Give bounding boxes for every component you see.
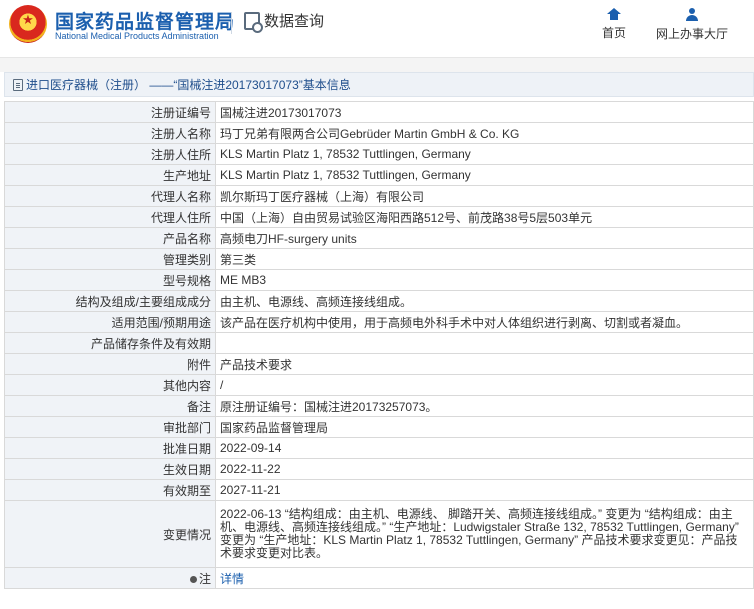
row-value: 高频电刀HF-surgery units xyxy=(215,227,754,249)
row-value: 产品技术要求 xyxy=(215,353,754,375)
table-row: 代理人名称 凯尔斯玛丁医疗器械（上海）有限公司 xyxy=(4,185,754,207)
row-value: 凯尔斯玛丁医疗器械（上海）有限公司 xyxy=(215,185,754,207)
nav-online-hall-label: 网上办事大厅 xyxy=(656,27,729,41)
row-value: 原注册证编号：国械注进20173257073。 xyxy=(215,395,754,417)
nav-online-hall[interactable]: 网上办事大厅 xyxy=(656,8,728,42)
home-icon xyxy=(607,8,621,20)
data-query-link[interactable]: 数据查询 xyxy=(244,10,325,33)
row-label: 型号规格 xyxy=(4,269,216,291)
row-value: 该产品在医疗机构中使用，用于高频电外科手术中对人体组织进行剥离、切割或者凝血。 xyxy=(215,311,754,333)
table-row: 适用范围/预期用途 该产品在医疗机构中使用，用于高频电外科手术中对人体组织进行剥离… xyxy=(4,311,754,333)
row-label: 有效期至 xyxy=(4,479,216,501)
page-title: 进口医疗器械（注册） ——“国械注进20173017073”基本信息 xyxy=(26,78,351,92)
user-icon xyxy=(685,8,699,21)
row-value: 2022-09-14 xyxy=(215,437,754,459)
nav-home-label: 首页 xyxy=(602,26,627,40)
data-query-label: 数据查询 xyxy=(264,13,325,30)
row-value: 2022-06-13 “结构组成：由主机、电源线、 脚踏开关、高频连接线组成。”… xyxy=(215,500,754,568)
row-value-note: 详情 xyxy=(215,567,754,589)
row-value: / xyxy=(215,374,754,396)
table-row: 附件 产品技术要求 xyxy=(4,353,754,375)
row-label: 审批部门 xyxy=(4,416,216,438)
row-value: 国械注进20173017073 xyxy=(215,101,754,123)
row-label: 结构及组成/主要组成成分 xyxy=(4,290,216,312)
table-row: 批准日期 2022-09-14 xyxy=(4,437,754,459)
table-row-note: 注 详情 xyxy=(4,567,754,589)
row-label: 附件 xyxy=(4,353,216,375)
nav-home[interactable]: 首页 xyxy=(602,8,626,41)
note-label: 注 xyxy=(198,571,211,586)
row-value: 由主机、电源线、高频连接线组成。 xyxy=(215,290,754,312)
row-label: 生效日期 xyxy=(4,458,216,480)
header-gap xyxy=(0,58,754,72)
document-icon xyxy=(13,78,23,91)
info-panel: 注册证编号 国械注进20173017073 注册人名称 玛丁兄弟有限两合公司Gebrü… xyxy=(4,101,754,589)
table-row: 注册人住所 KLS Martin Platz 1, 78532 Tuttlinge… xyxy=(4,143,754,165)
table-row: 产品名称 高频电刀HF-surgery units xyxy=(4,227,754,249)
info-table-body: 注册证编号 国械注进20173017073 注册人名称 玛丁兄弟有限两合公司Gebrü… xyxy=(4,101,754,589)
row-value: KLS Martin Platz 1, 78532 Tuttlingen, Ge… xyxy=(215,164,754,186)
row-label: 代理人名称 xyxy=(4,185,216,207)
row-label: 代理人住所 xyxy=(4,206,216,228)
table-row: 结构及组成/主要组成成分 由主机、电源线、高频连接线组成。 xyxy=(4,290,754,312)
table-row: 代理人住所 中国（上海）自由贸易试验区海阳西路512号、前茂路38号5层503单元 xyxy=(4,206,754,228)
table-row: 生效日期 2022-11-22 xyxy=(4,458,754,480)
row-label: 管理类别 xyxy=(4,248,216,270)
org-name-cn[interactable]: 国家药品监督管理局 xyxy=(55,7,235,34)
row-label-note: 注 xyxy=(4,567,216,589)
row-label: 产品储存条件及有效期 xyxy=(4,332,216,354)
org-name-en[interactable]: National Medical Products Administration xyxy=(55,31,219,41)
row-label: 产品名称 xyxy=(4,227,216,249)
table-row: 型号规格 ME MB3 xyxy=(4,269,754,291)
pin-icon xyxy=(189,575,197,583)
table-row: 注册证编号 国械注进20173017073 xyxy=(4,101,754,123)
table-row: 审批部门 国家药品监督管理局 xyxy=(4,416,754,438)
table-row-change: 变更情况 2022-06-13 “结构组成：由主机、电源线、 脚踏开关、高频连接… xyxy=(4,500,754,568)
national-emblem-icon: ★ xyxy=(9,5,47,43)
row-label: 适用范围/预期用途 xyxy=(4,311,216,333)
header-divider xyxy=(231,12,232,34)
row-value: KLS Martin Platz 1, 78532 Tuttlingen, Ge… xyxy=(215,143,754,165)
table-row: 有效期至 2027-11-21 xyxy=(4,479,754,501)
row-label: 生产地址 xyxy=(4,164,216,186)
row-value: 2027-11-21 xyxy=(215,479,754,501)
table-row: 备注 原注册证编号：国械注进20173257073。 xyxy=(4,395,754,417)
table-row: 产品储存条件及有效期 xyxy=(4,332,754,354)
document-search-icon xyxy=(244,11,263,33)
row-label: 注册人住所 xyxy=(4,143,216,165)
table-row: 其他内容 / xyxy=(4,374,754,396)
row-label: 注册人名称 xyxy=(4,122,216,144)
row-label: 其他内容 xyxy=(4,374,216,396)
star-icon: ★ xyxy=(22,12,34,27)
row-label: 批准日期 xyxy=(4,437,216,459)
row-label: 备注 xyxy=(4,395,216,417)
info-table: 注册证编号 国械注进20173017073 注册人名称 玛丁兄弟有限两合公司Gebrü… xyxy=(4,101,754,589)
row-value xyxy=(215,332,754,354)
site-header: ★ 国家药品监督管理局 National Medical Products Ad… xyxy=(0,0,754,58)
row-value: 2022-11-22 xyxy=(215,458,754,480)
table-row: 管理类别 第三类 xyxy=(4,248,754,270)
details-link[interactable]: 详情 xyxy=(220,572,244,586)
row-label: 变更情况 xyxy=(4,500,216,568)
row-value: 中国（上海）自由贸易试验区海阳西路512号、前茂路38号5层503单元 xyxy=(215,206,754,228)
row-label: 注册证编号 xyxy=(4,101,216,123)
row-value: 玛丁兄弟有限两合公司Gebrüder Martin GmbH & Co. KG xyxy=(215,122,754,144)
row-value: ME MB3 xyxy=(215,269,754,291)
row-value: 第三类 xyxy=(215,248,754,270)
table-row: 注册人名称 玛丁兄弟有限两合公司Gebrüder Martin GmbH & Co… xyxy=(4,122,754,144)
row-value: 国家药品监督管理局 xyxy=(215,416,754,438)
page-title-bar: 进口医疗器械（注册） ——“国械注进20173017073”基本信息 xyxy=(4,72,754,97)
table-row: 生产地址 KLS Martin Platz 1, 78532 Tuttlingen… xyxy=(4,164,754,186)
